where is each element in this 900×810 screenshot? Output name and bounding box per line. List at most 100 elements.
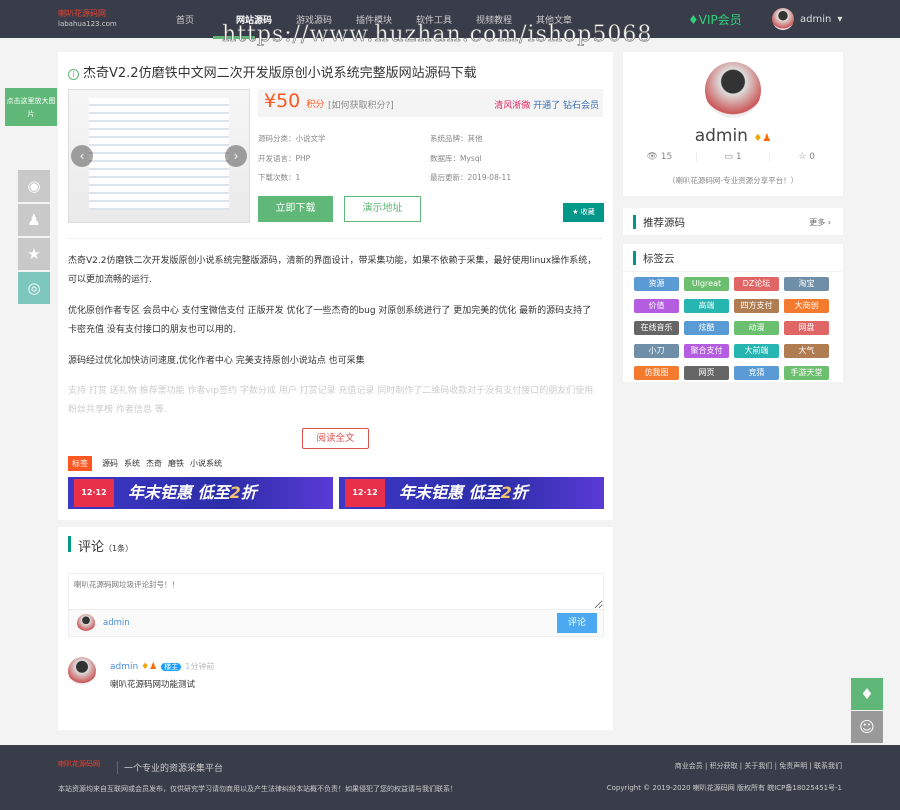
tag-cloud-item[interactable]: 网页 [684,365,729,380]
caret-down-icon: ▾ [837,13,843,25]
tag-label: 标签 [68,456,92,471]
weibo-share-icon[interactable]: ◉ [18,170,50,202]
author-name: admin ♦♟ [694,126,772,146]
meta-database: 数据库：Mysql [430,154,482,163]
author-motto: （喇叭花源码网-专业资源分享平台！） [667,176,799,185]
recommend-title: 推荐源码 [643,217,685,229]
author-stats: 👁 15 ▭ 1 ☆ 0 [623,152,843,162]
meta-downloads: 下载次数：1 [258,173,301,182]
tag-cloud-item[interactable]: 大气 [784,343,829,358]
star-icon[interactable]: ★ [18,238,50,270]
user-menu[interactable]: admin ▾ [772,8,842,30]
vip-diamond-icon[interactable]: ♦ [851,678,883,710]
meta-brand: 系统品牌：其他 [430,134,483,143]
tag-cloud-item[interactable]: 高端 [684,299,729,314]
current-user[interactable]: admin [103,618,130,628]
tag-cloud-item[interactable]: 竞猜 [734,365,779,380]
comments-card: 评论（1条） admin 评论 admin ♦♟楼主1分钟前 喇叭花源码网功能测… [58,527,613,730]
demo-button[interactable]: 演示地址 [344,196,421,222]
comment-input[interactable] [68,573,604,610]
footer: 喇叭花源码网 一个专业的资源采集平台 本站资源均来自互联网或会员发布，仅供研究学… [0,745,900,810]
avatar [68,657,96,685]
tag-link[interactable]: 源码 [102,458,118,469]
price-unit: 积分 [306,100,325,110]
avatar [77,614,95,632]
next-arrow-icon[interactable]: › [225,145,247,167]
tag-cloud-item[interactable]: 小刀 [634,343,679,358]
tagcloud-header: 标签云 [623,244,843,272]
image-carousel[interactable]: ‹ › [68,89,250,223]
ad-badge: 12·12 [345,479,385,507]
vip-label: VIP会员 [698,13,742,27]
tag-cloud-item[interactable]: 价值 [634,299,679,314]
meta-updated: 最后更新：2019-08-11 [430,173,512,182]
tag-cloud-item[interactable]: 手游天堂 [784,365,829,380]
submit-comment-button[interactable]: 评论 [557,613,597,633]
ad-banner[interactable]: 12·12 年末钜惠 低至2折 [339,477,604,509]
chat-icon[interactable]: ☺ [851,711,883,743]
tag-cloud-item[interactable]: 淘宝 [784,277,829,291]
read-more-button[interactable]: 阅读全文 [302,428,369,449]
price-value: ¥50 [264,90,301,112]
favorite-button[interactable]: ★ 收藏 [563,203,604,222]
more-link[interactable]: 更多 › [809,217,831,228]
tag-cloud-item[interactable]: 资源 [634,277,679,291]
author-avatar[interactable] [705,62,761,118]
footer-slogan: 一个专业的资源采集平台 [117,761,223,774]
tag-cloud-item[interactable]: 大前端 [734,343,779,358]
vip-notice: 清风淅微 开通了 钻石会员 [494,98,599,111]
info-icon: i [68,69,79,80]
tag-cloud-item[interactable]: 仿我图 [634,365,679,380]
tag-cloud-item[interactable]: 聚合支付 [684,343,729,358]
comment-time: 1分钟前 [185,662,215,671]
author-card: admin ♦♟ 👁 15 ▭ 1 ☆ 0 （喇叭花源码网-专业资源分享平台！） [623,52,843,196]
tag-cloud-item[interactable]: 大商创 [784,299,829,314]
site-logo[interactable]: 喇叭花源码网 labahua123.com [58,8,138,32]
zoom-image-tip[interactable]: 点击这里放大图片 [5,88,57,126]
ad-banner[interactable]: 12·12 年末钜惠 低至2折 [68,477,333,509]
qq-icon: ♟ [762,133,772,144]
notice-user: 清风淅微 [494,101,531,111]
logo-text: 喇叭花源码网 [58,9,106,18]
section-bar [68,536,71,552]
qq-share-icon[interactable]: ♟ [18,204,50,236]
comment-author[interactable]: admin [110,662,138,672]
download-button[interactable]: 立即下载 [258,196,333,222]
article-card: i 杰奇V2.2仿磨铁中文网二次开发版原创小说系统完整版网站源码下载 ‹ › ¥5… [58,52,613,520]
tag-link[interactable]: 小说系统 [190,458,222,469]
ad-number: 2 [229,483,241,502]
comment-text: 喇叭花源码网功能测试 [110,680,196,690]
paragraph: 杰奇V2.2仿磨铁二次开发版原创小说系统完整版源码，清新的界面设计，带采集功能，… [68,256,597,285]
footer-logo: 喇叭花源码网 [58,760,100,768]
avatar [772,8,794,30]
tag-cloud-item[interactable]: 炫酷 [684,321,729,336]
star-icon: ★ [572,208,579,216]
tagcloud-title: 标签云 [643,253,675,265]
tag-cloud-item[interactable]: Ulgreat [684,277,729,291]
comments-title: 评论（1条） [78,540,134,555]
footer-links[interactable]: 商业会员 | 积分获取 | 关于我们 | 免责声明 | 联系我们 [675,761,842,771]
tag-link[interactable]: 杰奇 [146,458,162,469]
tag-cloud-item[interactable]: 在线音乐 [634,321,679,336]
tag-cloud-item[interactable]: DZ论坛 [734,277,779,291]
views-stat: 👁 15 [623,152,697,162]
vip-link[interactable]: ♦VIP会员 [688,11,742,28]
tag-cloud-item[interactable]: 动漫 [734,321,779,336]
how-to-get-points-link[interactable]: [如何获取积分?] [328,98,394,111]
price-box: ¥50 积分 [如何获取积分?] 清风淅微 开通了 钻石会员 [258,89,603,117]
logo-subtext: labahua123.com [58,20,117,28]
tag-cloud-item[interactable]: 网盘 [784,321,829,336]
footer-disclaimer: 本站资源均来自互联网或会员发布，仅供研究学习请勿商用以及产生法律纠纷本站概不负责… [58,785,457,793]
ad-text: 年末钜惠 低至 [128,483,230,502]
footer-copyright: Copyright © 2019-2020 喇叭花源码网 版权所有 皖ICP备1… [606,784,842,792]
recommend-header: 推荐源码 更多 › [623,208,843,236]
prev-arrow-icon[interactable]: ‹ [71,145,93,167]
comment-footer: admin 评论 [68,610,604,637]
tag-link[interactable]: 系统 [124,458,140,469]
tag-cloud-item[interactable]: 四方支付 [734,299,779,314]
meta-language: 开发语言：PHP [258,154,311,163]
wechat-share-icon[interactable]: ◎ [18,272,50,304]
qq-icon: ♟ [149,662,158,672]
favorite-label: 收藏 [580,208,595,216]
tag-link[interactable]: 磨铁 [168,458,184,469]
